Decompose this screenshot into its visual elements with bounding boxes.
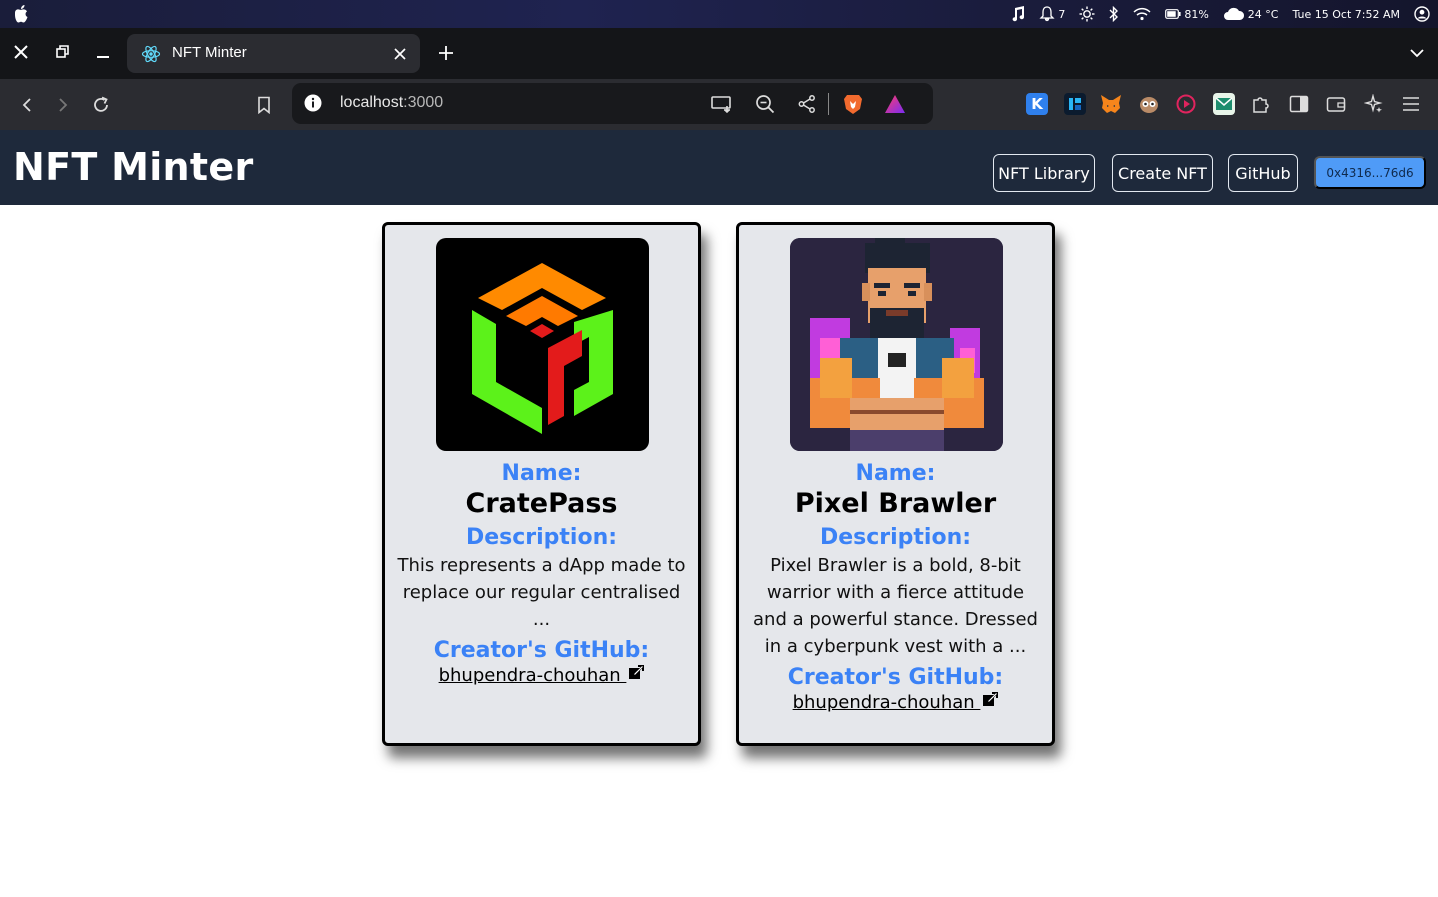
description-label: Description:: [465, 525, 618, 550]
tab-close-icon[interactable]: [390, 44, 410, 64]
nft-card: Name: Pixel Brawler Description: Pixel B…: [736, 222, 1055, 746]
url-divider: [828, 93, 829, 115]
reload-icon[interactable]: [89, 93, 113, 117]
brightness-icon[interactable]: [1079, 6, 1095, 22]
extension-k-icon[interactable]: K: [1026, 93, 1048, 115]
metamask-fox-icon[interactable]: [1100, 93, 1122, 115]
address-bar[interactable]: localhost:3000: [292, 83, 933, 124]
url-port: :3000: [403, 94, 444, 111]
description-line: ...: [532, 609, 551, 630]
react-icon: [141, 45, 161, 63]
info-icon[interactable]: [304, 94, 322, 112]
zoom-icon[interactable]: [754, 93, 776, 115]
browser-toolbar: localhost:3000 K: [0, 79, 1438, 130]
hamburger-menu-icon[interactable]: [1400, 93, 1422, 115]
creator-label: Creator's GitHub:: [787, 665, 1004, 690]
url-host: localhost: [340, 94, 404, 111]
window-close-icon[interactable]: [9, 40, 33, 64]
external-link-icon[interactable]: [982, 692, 999, 708]
extension-play-icon[interactable]: [1175, 93, 1197, 115]
window-restore-icon[interactable]: [51, 40, 75, 64]
wallet-address-button[interactable]: 0x4316...76d6: [1314, 156, 1426, 189]
nft-description: Pixel Brawler is a bold, 8-bit warrior w…: [739, 552, 1052, 660]
notification-count: 7: [1058, 7, 1066, 21]
brave-shields-icon[interactable]: [842, 93, 864, 115]
weather-temperature: 24 °C: [1247, 7, 1279, 21]
leo-ai-icon[interactable]: [1363, 93, 1385, 115]
app-header: NFT Minter NFT Library Create NFT GitHub…: [0, 130, 1438, 205]
notifications-indicator[interactable]: 7: [1039, 6, 1065, 22]
forward-icon[interactable]: [51, 93, 75, 117]
description-label: Description:: [819, 525, 972, 550]
github-button[interactable]: GitHub: [1228, 154, 1298, 192]
weather-indicator[interactable]: 24 °C: [1223, 7, 1279, 21]
extension-layout-icon[interactable]: [1064, 93, 1086, 115]
extension-mail-icon[interactable]: [1213, 93, 1235, 115]
creator-label: Creator's GitHub:: [433, 638, 650, 663]
window-minimize-icon[interactable]: [91, 40, 115, 64]
back-icon[interactable]: [15, 93, 39, 117]
music-icon[interactable]: [1011, 6, 1025, 22]
clock[interactable]: Tue 15 Oct 7:52 AM: [1292, 8, 1400, 21]
chevron-down-icon[interactable]: [1408, 44, 1426, 62]
description-line: This represents a dApp made to: [397, 555, 686, 576]
wallet-icon[interactable]: [1325, 93, 1347, 115]
battery-percent: 81%: [1184, 7, 1209, 21]
user-account-icon[interactable]: [1414, 6, 1430, 22]
nft-name: CratePass: [465, 488, 618, 519]
description-line: Pixel Brawler is a bold, 8-bit: [770, 555, 1021, 576]
nft-description: This represents a dApp made to replace o…: [385, 552, 698, 633]
os-menu-bar: 7 81% 24 °C Tue 15 Oct 7:52 AM: [0, 0, 1438, 28]
creator-github-link-row: bhupendra-chouhan: [739, 692, 1052, 713]
name-label: Name:: [501, 461, 582, 486]
share-icon[interactable]: [796, 93, 818, 115]
sidebar-toggle-icon[interactable]: [1288, 93, 1310, 115]
creator-github-link-row: bhupendra-chouhan: [385, 665, 698, 686]
tab-title: NFT Minter: [172, 44, 247, 61]
extension-owl-icon[interactable]: [1138, 93, 1160, 115]
cast-icon[interactable]: [711, 93, 733, 115]
create-nft-button[interactable]: Create NFT: [1112, 154, 1213, 192]
browser-tab-strip: NFT Minter: [0, 28, 1438, 79]
extensions-puzzle-icon[interactable]: [1250, 93, 1272, 115]
bell-icon: [1039, 6, 1055, 22]
bookmark-icon[interactable]: [252, 93, 276, 117]
battery-icon: [1165, 9, 1181, 19]
url-text[interactable]: localhost:3000: [340, 94, 443, 112]
description-line: and a powerful stance. Dressed: [753, 609, 1038, 630]
external-link-icon[interactable]: [628, 665, 645, 681]
wifi-icon[interactable]: [1133, 7, 1151, 21]
apple-icon[interactable]: [12, 4, 30, 24]
nft-name: Pixel Brawler: [794, 488, 997, 519]
app-title: NFT Minter: [13, 145, 254, 189]
creator-github-link[interactable]: bhupendra-chouhan: [439, 665, 627, 686]
new-tab-icon[interactable]: [435, 42, 457, 64]
nft-library-button[interactable]: NFT Library: [993, 154, 1095, 192]
name-label: Name:: [855, 461, 936, 486]
nft-image-cratepass: [436, 238, 649, 451]
description-line: in a cyberpunk vest with a ...: [764, 636, 1027, 657]
brave-rewards-icon[interactable]: [884, 93, 906, 115]
tab-nft-minter[interactable]: NFT Minter: [127, 34, 420, 73]
bluetooth-icon[interactable]: [1109, 6, 1119, 22]
description-line: replace our regular centralised: [402, 582, 681, 603]
cloud-icon: [1223, 7, 1244, 20]
nft-image-pixel-brawler: [790, 238, 1003, 451]
description-line: warrior with a fierce attitude: [766, 582, 1025, 603]
nft-card: Name: CratePass Description: This repres…: [382, 222, 701, 746]
creator-github-link[interactable]: bhupendra-chouhan: [793, 692, 981, 713]
battery-indicator[interactable]: 81%: [1165, 7, 1209, 21]
